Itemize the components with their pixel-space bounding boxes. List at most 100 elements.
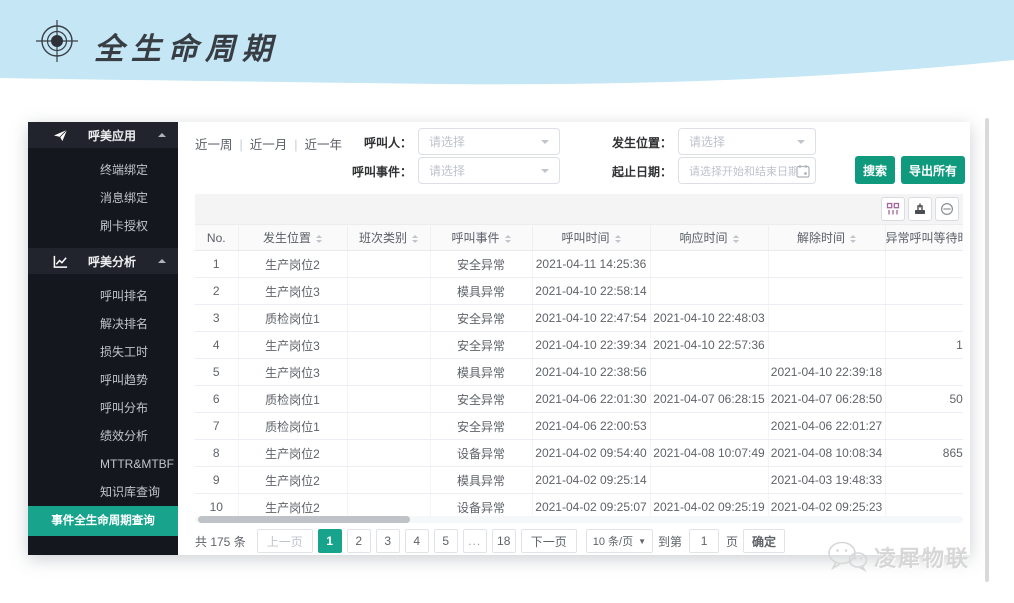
table-row[interactable]: 9生产岗位2模具异常2021-04-02 09:25:142021-04-03 … xyxy=(195,467,963,494)
column-header-label: 班次类别 xyxy=(359,231,407,245)
table-row[interactable]: 7质检岗位1安全异常2021-04-06 22:00:532021-04-06 … xyxy=(195,413,963,440)
table-row[interactable]: 2生产岗位3模具异常2021-04-10 22:58:14 xyxy=(195,278,963,305)
event-select[interactable]: 请选择 xyxy=(418,157,560,184)
goto-page-input[interactable] xyxy=(689,529,719,553)
column-settings-button[interactable] xyxy=(881,197,905,221)
table-row[interactable]: 6质检岗位1安全异常2021-04-06 22:01:302021-04-07 … xyxy=(195,386,963,413)
table-cell xyxy=(347,251,430,278)
table-cell: 模具异常 xyxy=(430,278,532,305)
page-button[interactable]: 18 xyxy=(492,529,516,553)
goto-confirm-button[interactable]: 确定 xyxy=(743,529,785,553)
sidebar-item[interactable]: 解决排名 xyxy=(28,310,178,338)
sidebar-item[interactable]: 绩效分析 xyxy=(28,422,178,450)
table-cell xyxy=(885,359,963,386)
table-cell: 2021-04-10 22:58:14 xyxy=(532,278,650,305)
table-cell xyxy=(885,467,963,494)
sidebar-item[interactable]: MTTR&MTBF xyxy=(28,450,178,478)
table-row[interactable]: 3质检岗位1安全异常2021-04-10 22:47:542021-04-10 … xyxy=(195,305,963,332)
table-cell: 设备异常 xyxy=(430,440,532,467)
sidebar-item[interactable]: 呼叫趋势 xyxy=(28,366,178,394)
sidebar-item[interactable]: 损失工时 xyxy=(28,338,178,366)
sidebar-group-humei-app[interactable]: 呼美应用 xyxy=(28,122,178,148)
sidebar-group-label: 呼美应用 xyxy=(88,127,136,144)
sidebar-group-label: 呼美分析 xyxy=(88,253,136,270)
table-row[interactable]: 4生产岗位3安全异常2021-04-10 22:39:342021-04-10 … xyxy=(195,332,963,359)
calendar-icon xyxy=(796,164,810,178)
location-select[interactable]: 请选择 xyxy=(678,128,816,155)
sort-icon[interactable] xyxy=(316,232,322,246)
table-cell: 2021-04-02 09:54:40 xyxy=(532,440,650,467)
column-header[interactable]: 呼叫事件 xyxy=(430,225,532,251)
goto-suffix: 页 xyxy=(726,533,738,550)
column-header[interactable]: 呼叫时间 xyxy=(532,225,650,251)
daterange-input[interactable]: 请选择开始和结束日期 xyxy=(678,157,816,184)
caller-select[interactable]: 请选择 xyxy=(418,128,560,155)
table-cell: 8653 xyxy=(885,440,963,467)
table-cell: 2021-04-02 09:25:14 xyxy=(532,467,650,494)
table-cell: 生产岗位2 xyxy=(238,251,347,278)
sidebar-group-humei-analysis[interactable]: 呼美分析 xyxy=(28,248,178,274)
sidebar-item[interactable]: 呼叫分布 xyxy=(28,394,178,422)
table-cell xyxy=(768,251,885,278)
column-header: No. xyxy=(195,225,238,251)
table-cell: 质检岗位1 xyxy=(238,386,347,413)
page-button[interactable]: 5 xyxy=(434,529,458,553)
column-header[interactable]: 响应时间 xyxy=(650,225,768,251)
sort-icon[interactable] xyxy=(850,232,856,246)
main-content: 近一周|近一月|近一年 呼叫人： 请选择 发生位置： 请选择 呼叫事件： 请选择… xyxy=(178,122,970,555)
page-button[interactable]: 1 xyxy=(318,529,342,553)
table-cell: 2021-04-08 10:07:49 xyxy=(650,440,768,467)
quick-range-link[interactable]: 近一月 xyxy=(250,138,288,152)
page-ellipsis[interactable]: ... xyxy=(463,529,487,553)
table-cell xyxy=(347,413,430,440)
horizontal-scrollbar-thumb[interactable] xyxy=(198,516,410,523)
export-table-button[interactable] xyxy=(908,197,932,221)
app-window: 呼美应用终端绑定消息绑定刷卡授权呼美分析呼叫排名解决排名损失工时呼叫趋势呼叫分布… xyxy=(28,122,970,555)
page-button[interactable]: 3 xyxy=(376,529,400,553)
table-row[interactable]: 5生产岗位3模具异常2021-04-10 22:38:562021-04-10 … xyxy=(195,359,963,386)
sidebar-item[interactable]: 知识库查询 xyxy=(28,478,178,506)
table-cell xyxy=(347,332,430,359)
event-label: 呼叫事件： xyxy=(320,163,412,180)
sidebar-item[interactable]: 呼叫排名 xyxy=(28,282,178,310)
print-button[interactable] xyxy=(935,197,959,221)
sidebar-item[interactable]: 消息绑定 xyxy=(28,184,178,212)
sort-icon[interactable] xyxy=(412,232,418,246)
sort-icon[interactable] xyxy=(505,232,511,246)
export-all-button[interactable]: 导出所有 xyxy=(901,156,965,184)
column-header[interactable]: 发生位置 xyxy=(238,225,347,251)
column-header[interactable]: 异常呼叫等待时长 xyxy=(885,225,963,251)
column-header[interactable]: 班次类别 xyxy=(347,225,430,251)
total-count: 共 175 条 xyxy=(195,533,246,550)
table-row[interactable]: 8生产岗位2设备异常2021-04-02 09:54:402021-04-08 … xyxy=(195,440,963,467)
page-button[interactable]: 2 xyxy=(347,529,371,553)
data-table: No.发生位置班次类别 呼叫事件 呼叫时间 响应时间解除时间异常呼叫等待时长 1生产岗… xyxy=(195,224,963,521)
sidebar-item[interactable]: 事件全生命周期查询 xyxy=(28,506,178,536)
column-header-label: 异常呼叫等待时长 xyxy=(886,231,964,245)
paper-plane-icon xyxy=(53,128,71,143)
next-page-button[interactable]: 下一页 xyxy=(521,529,577,553)
table-header-row: No.发生位置班次类别 呼叫事件 呼叫时间 响应时间解除时间异常呼叫等待时长 xyxy=(195,225,963,251)
sidebar-item[interactable]: 刷卡授权 xyxy=(28,212,178,240)
prev-page-button[interactable]: 上一页 xyxy=(257,529,313,553)
sort-icon[interactable] xyxy=(615,232,621,246)
caller-select-placeholder: 请选择 xyxy=(429,133,541,150)
horizontal-scrollbar[interactable] xyxy=(195,516,963,523)
quick-range-link[interactable]: 近一周 xyxy=(195,138,233,152)
sort-icon[interactable] xyxy=(733,232,739,246)
dropdown-caret-icon: ▼ xyxy=(638,537,646,546)
vertical-scrollbar[interactable] xyxy=(985,118,989,582)
line-chart-icon xyxy=(53,254,71,269)
table-row[interactable]: 1生产岗位2安全异常2021-04-11 14:25:36 xyxy=(195,251,963,278)
page-button[interactable]: 4 xyxy=(405,529,429,553)
sidebar-item[interactable]: 终端绑定 xyxy=(28,156,178,184)
table-cell: 生产岗位2 xyxy=(238,467,347,494)
table-cell: 生产岗位2 xyxy=(238,440,347,467)
table-cell: 2021-04-07 06:28:15 xyxy=(650,386,768,413)
table-cell: 2021-04-06 22:01:27 xyxy=(768,413,885,440)
search-button[interactable]: 搜索 xyxy=(855,156,895,184)
column-header-label: 呼叫时间 xyxy=(561,231,609,245)
location-label: 发生位置： xyxy=(587,134,672,151)
page-size-select[interactable]: 10 条/页 ▼ xyxy=(586,529,653,553)
column-header[interactable]: 解除时间 xyxy=(768,225,885,251)
